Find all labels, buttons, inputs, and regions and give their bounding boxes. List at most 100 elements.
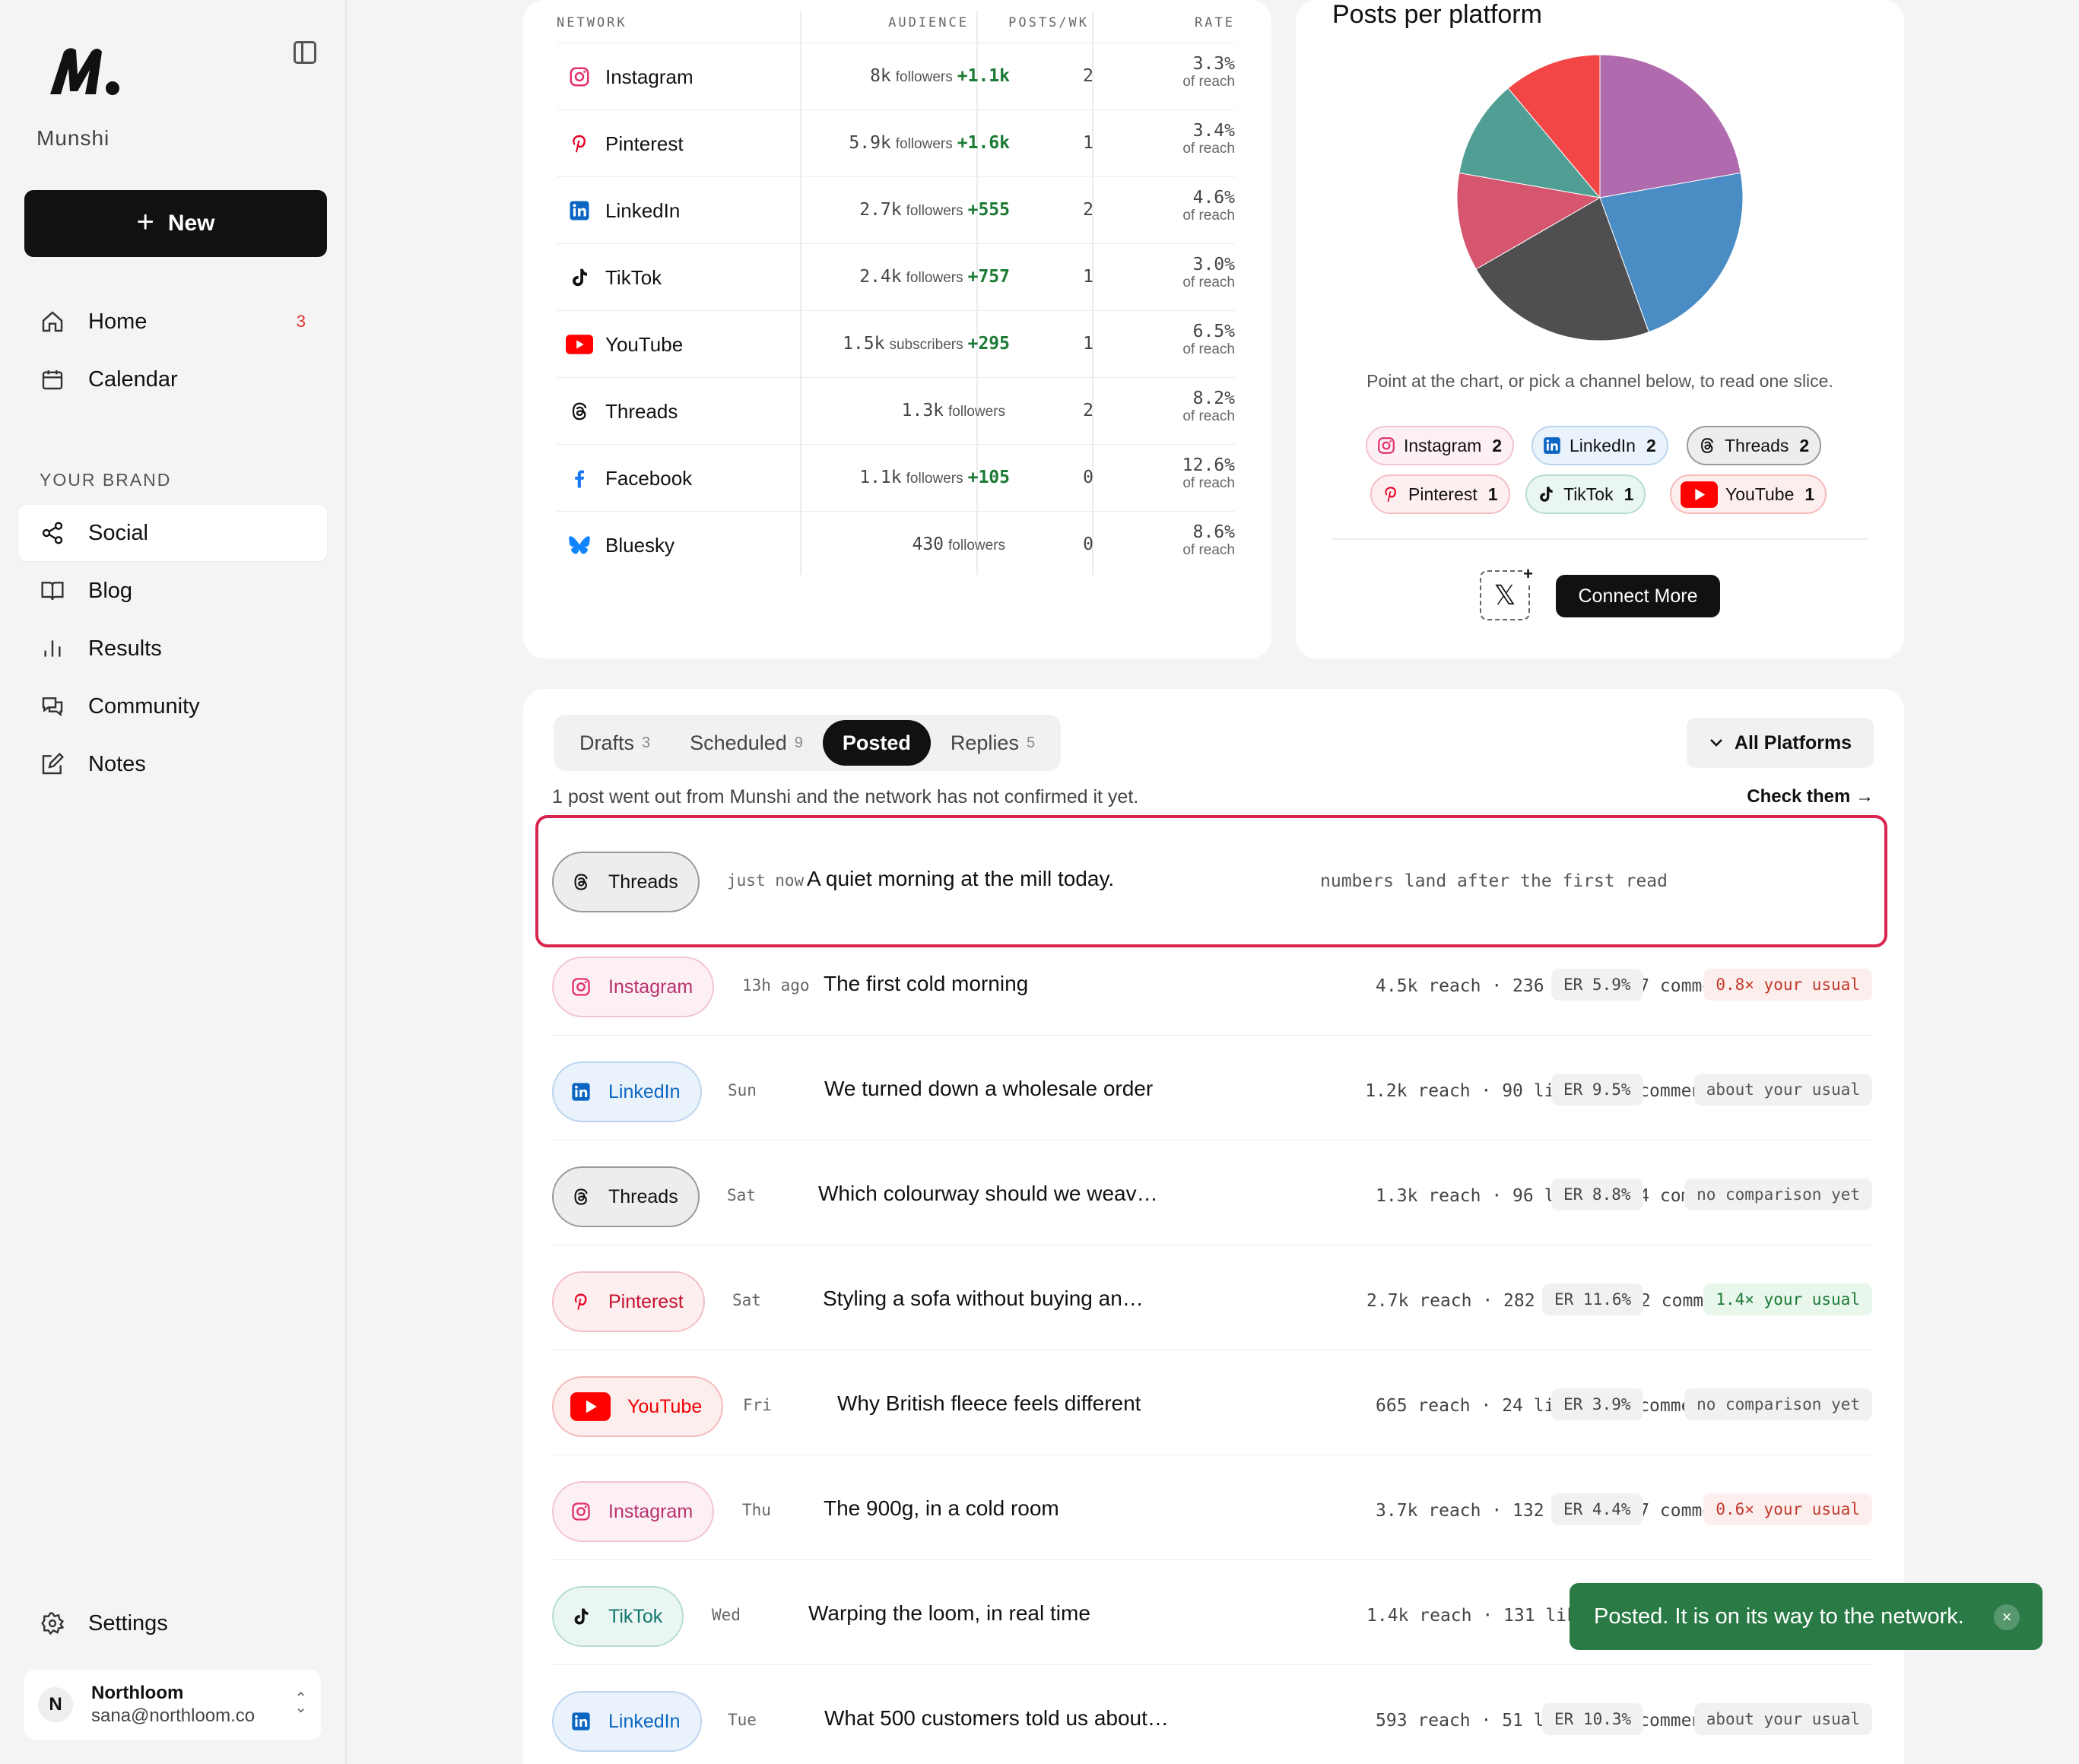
sidebar-item-calendar[interactable]: Calendar bbox=[18, 351, 327, 408]
posts-per-week: 0 bbox=[1083, 468, 1093, 487]
posts-per-week: 1 bbox=[1083, 133, 1093, 153]
sidebar-item-results[interactable]: Results bbox=[18, 620, 327, 677]
platform-chip-pinterest[interactable]: Pinterest bbox=[552, 1271, 705, 1332]
platform-chip-threads[interactable]: Threads bbox=[552, 852, 700, 912]
audience-gain: +105 bbox=[967, 468, 1010, 487]
audience-unit: subscribers bbox=[889, 337, 963, 353]
platform-chip-linkedin[interactable]: LinkedIn bbox=[552, 1061, 702, 1122]
account-switcher[interactable]: N Northloom sana@northloom.co ⌃ ⌄ bbox=[24, 1670, 321, 1740]
pie-chart[interactable] bbox=[1455, 53, 1744, 342]
posts-per-week: 1 bbox=[1083, 334, 1093, 354]
platform-chip-instagram[interactable]: Instagram bbox=[552, 1481, 715, 1542]
connect-x-button[interactable]: 𝕏 + bbox=[1480, 564, 1533, 620]
post-title: Styling a sofa without buying an… bbox=[823, 1287, 1144, 1310]
check-them-link[interactable]: Check them → bbox=[1747, 786, 1874, 807]
threads-icon bbox=[566, 398, 593, 425]
tab-posted[interactable]: Posted bbox=[822, 720, 931, 766]
sidebar-item-label: Home bbox=[88, 309, 148, 334]
platform-chip-linkedin[interactable]: LinkedIn bbox=[552, 1691, 702, 1752]
post-time: Fri bbox=[743, 1396, 772, 1414]
network-row-linkedin[interactable]: LinkedIn 2.7k followers +555 2 4.6% of reach bbox=[557, 176, 1235, 243]
post-time: Sun bbox=[728, 1081, 757, 1099]
post-title: What 500 customers told us about… bbox=[824, 1706, 1169, 1730]
sidebar-item-notes[interactable]: Notes bbox=[18, 736, 327, 792]
post-row[interactable]: Instagram Thu The 900g, in a cold room 3.7k… bbox=[552, 1455, 1872, 1560]
network-row-facebook[interactable]: Facebook 1.1k followers +105 0 12.6% of reach bbox=[557, 444, 1235, 511]
posts-per-week: 2 bbox=[1083, 200, 1093, 220]
post-row[interactable]: LinkedIn Sun We turned down a wholesale or… bbox=[552, 1036, 1872, 1141]
sidebar-item-label: Settings bbox=[88, 1610, 168, 1636]
rate-sub: of reach bbox=[1182, 542, 1235, 558]
chevron-down-icon bbox=[1709, 739, 1722, 747]
youtube-icon bbox=[570, 1392, 611, 1421]
edit-icon bbox=[40, 751, 65, 777]
platform-chip-youtube[interactable]: YouTube 1 bbox=[1670, 474, 1827, 514]
post-row[interactable]: YouTube Fri Why British fleece feels diffe… bbox=[552, 1350, 1872, 1455]
chip-label: TikTok bbox=[1563, 484, 1614, 504]
rate-cell: 3.0% of reach bbox=[1182, 255, 1235, 291]
audience-unit: followers bbox=[895, 69, 953, 85]
network-name: Threads bbox=[566, 378, 678, 445]
rate-cell: 3.3% of reach bbox=[1182, 54, 1235, 90]
platform-chip-pinterest[interactable]: Pinterest 1 bbox=[1370, 474, 1510, 514]
platform-chip-tiktok[interactable]: TikTok bbox=[552, 1586, 684, 1647]
sidebar-item-label: Calendar bbox=[88, 366, 178, 392]
tiktok-icon bbox=[1536, 484, 1556, 504]
platform-chip-tiktok[interactable]: TikTok 1 bbox=[1525, 474, 1646, 514]
post-row[interactable]: Threads just now A quiet morning at the mi… bbox=[552, 826, 1872, 931]
rate-sub: of reach bbox=[1182, 274, 1235, 290]
platform-chip-threads[interactable]: Threads 2 bbox=[1687, 426, 1822, 465]
platform-chip-threads[interactable]: Threads bbox=[552, 1166, 700, 1227]
post-row[interactable]: Pinterest Sat Styling a sofa without buyin… bbox=[552, 1245, 1872, 1350]
post-time: just now bbox=[727, 871, 805, 890]
network-label: Pinterest bbox=[605, 132, 684, 155]
pinterest-icon bbox=[566, 130, 593, 157]
toast-message: Posted. It is on its way to the network. bbox=[1594, 1604, 1964, 1629]
post-stats: 2.7k reach · 282 likes · 22 comm… bbox=[1366, 1291, 1714, 1311]
networks-card: NETWORK AUDIENCE POSTS/WK RATE Instagram… bbox=[523, 0, 1271, 658]
platform-label: LinkedIn bbox=[608, 1710, 681, 1732]
post-stats: 1.3k reach · 96 likes · 14 comme… bbox=[1376, 1186, 1723, 1206]
network-row-tiktok[interactable]: TikTok 2.4k followers +757 1 3.0% of reach bbox=[557, 243, 1235, 310]
post-row[interactable]: Threads Sat Which colourway should we weav… bbox=[552, 1141, 1872, 1245]
post-row[interactable]: Instagram 13h ago The first cold morning 4.… bbox=[552, 931, 1872, 1036]
collapse-sidebar-icon[interactable] bbox=[294, 41, 316, 64]
tab-drafts[interactable]: Drafts 3 bbox=[560, 720, 670, 766]
rate-sub: of reach bbox=[1182, 74, 1235, 90]
tab-count: 3 bbox=[642, 734, 651, 751]
platform-chip-instagram[interactable]: Instagram bbox=[552, 957, 715, 1017]
network-row-pinterest[interactable]: Pinterest 5.9k followers +1.6k 1 3.4% of reach bbox=[557, 109, 1235, 176]
network-name: Instagram bbox=[566, 43, 694, 110]
sidebar-item-community[interactable]: Community bbox=[18, 678, 327, 734]
network-row-threads[interactable]: Threads 1.3k followers 2 8.2% of reach bbox=[557, 377, 1235, 444]
chip-count: 2 bbox=[1799, 435, 1810, 455]
network-row-youtube[interactable]: YouTube 1.5k subscribers +295 1 6.5% of reach bbox=[557, 310, 1235, 377]
tab-scheduled[interactable]: Scheduled 9 bbox=[670, 720, 823, 766]
tab-replies[interactable]: Replies 5 bbox=[931, 720, 1055, 766]
sidebar-item-settings[interactable]: Settings bbox=[18, 1595, 327, 1651]
usual-comparison-badge: 1.4× your usual bbox=[1703, 1283, 1872, 1315]
linkedin-icon bbox=[570, 1711, 592, 1732]
close-icon[interactable]: × bbox=[1994, 1604, 2020, 1630]
platform-filter-dropdown[interactable]: All Platforms bbox=[1687, 718, 1874, 768]
network-label: LinkedIn bbox=[605, 198, 681, 222]
tab-label: Posted bbox=[842, 731, 911, 754]
network-row-instagram[interactable]: Instagram 8k followers +1.1k 2 3.3% of reach bbox=[557, 43, 1235, 109]
network-name: TikTok bbox=[566, 244, 662, 311]
new-button[interactable]: + New bbox=[24, 190, 327, 257]
network-label: TikTok bbox=[605, 265, 662, 289]
sidebar-item-home[interactable]: Home 3 bbox=[18, 293, 327, 350]
platform-chip-youtube[interactable]: YouTube bbox=[552, 1376, 724, 1437]
posts-per-week: 2 bbox=[1083, 66, 1093, 86]
connect-more-button[interactable]: Connect More bbox=[1556, 575, 1720, 617]
audience-gain: +555 bbox=[967, 200, 1010, 220]
post-row[interactable]: LinkedIn Tue What 500 customers told us ab… bbox=[552, 1665, 1872, 1764]
posts-per-platform-card: Posts per platform Point at the chart, o… bbox=[1296, 0, 1904, 658]
rate-value: 3.0% bbox=[1192, 255, 1235, 274]
sidebar-item-blog[interactable]: Blog bbox=[18, 563, 327, 619]
platform-chip-linkedin[interactable]: LinkedIn 2 bbox=[1531, 426, 1668, 465]
network-row-bluesky[interactable]: Bluesky 430 followers 0 8.6% of reach bbox=[557, 511, 1235, 578]
platform-chip-instagram[interactable]: Instagram 2 bbox=[1366, 426, 1515, 465]
usual-comparison-badge: about your usual bbox=[1693, 1703, 1872, 1735]
sidebar-item-social[interactable]: Social bbox=[18, 505, 327, 561]
